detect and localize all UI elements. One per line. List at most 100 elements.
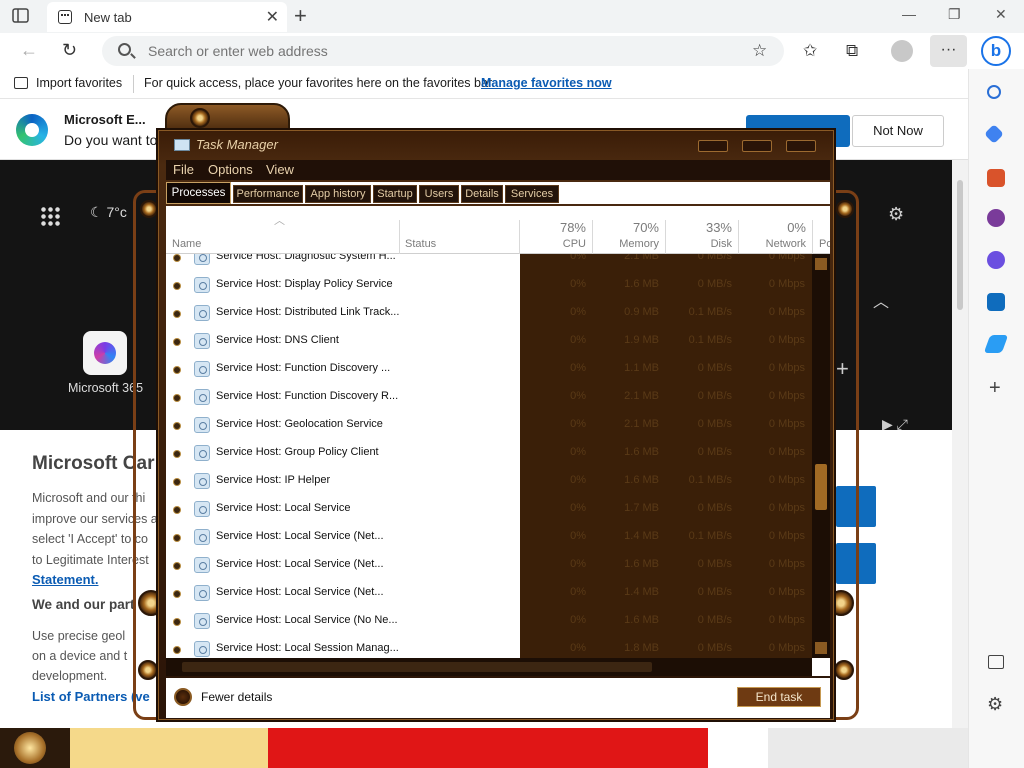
- process-row[interactable]: Service Host: Local Service (Net... 0% 1.4…: [166, 580, 812, 608]
- tab-startup[interactable]: Startup: [373, 185, 417, 203]
- column-cpu[interactable]: 78% CPU: [519, 220, 592, 254]
- expand-bullet-icon[interactable]: [174, 339, 180, 345]
- tm-close-button[interactable]: [786, 140, 816, 152]
- menu-options[interactable]: Options: [208, 162, 253, 177]
- start-orb-icon[interactable]: [0, 728, 70, 768]
- restore-icon[interactable]: ❐: [948, 6, 961, 23]
- not-now-button[interactable]: Not Now: [852, 115, 944, 147]
- vscroll-thumb[interactable]: [815, 464, 827, 510]
- page-scrollbar[interactable]: [952, 160, 968, 728]
- tab-users[interactable]: Users: [419, 185, 459, 203]
- sidebar-tools-icon[interactable]: [987, 169, 1005, 187]
- column-power[interactable]: Po: [812, 220, 830, 254]
- process-row[interactable]: Service Host: Local Service 0% 1.7 MB 0 MB/…: [166, 496, 812, 524]
- process-row[interactable]: Service Host: Distributed Link Track... 0…: [166, 300, 812, 328]
- expand-bullet-icon[interactable]: [174, 283, 180, 289]
- new-tab-button[interactable]: +: [294, 3, 307, 29]
- process-list-vscrollbar[interactable]: [812, 254, 830, 658]
- tm-minimize-button[interactable]: [698, 140, 728, 152]
- sidebar-outlook-icon[interactable]: [987, 293, 1005, 311]
- refresh-icon[interactable]: ↻: [62, 40, 77, 61]
- process-row[interactable]: Service Host: Group Policy Client 0% 1.6 M…: [166, 440, 812, 468]
- address-input[interactable]: [148, 43, 728, 59]
- sidebar-drop-icon[interactable]: [983, 335, 1009, 353]
- chevron-up-icon[interactable]: ︿: [873, 288, 889, 312]
- expand-bullet-icon[interactable]: [174, 507, 180, 513]
- fewer-details-icon[interactable]: [174, 688, 192, 706]
- fewer-details-link[interactable]: Fewer details: [201, 690, 272, 704]
- expand-bullet-icon[interactable]: [174, 451, 180, 457]
- favorites-icon[interactable]: ✩: [803, 41, 817, 61]
- back-icon[interactable]: ←: [20, 40, 38, 61]
- process-row[interactable]: Service Host: Display Policy Service 0% 1.…: [166, 272, 812, 300]
- process-row[interactable]: Service Host: Diagnostic System H... 0% 2.…: [166, 254, 812, 272]
- column-network[interactable]: 0% Network: [738, 220, 812, 254]
- process-disk: 0 MB/s: [697, 502, 732, 514]
- tab-details[interactable]: Details: [461, 185, 503, 203]
- window-close-icon[interactable]: ✕: [995, 6, 1007, 23]
- process-row[interactable]: Service Host: Local Service (Net... 0% 1.4…: [166, 524, 812, 552]
- sidebar-m365-icon[interactable]: [987, 251, 1005, 269]
- collections-icon[interactable]: ⧉: [846, 41, 858, 61]
- expand-bullet-icon[interactable]: [174, 423, 180, 429]
- column-memory[interactable]: 70% Memory: [592, 220, 665, 254]
- settings-gear-icon[interactable]: ⚙: [987, 694, 1003, 715]
- process-row[interactable]: Service Host: IP Helper 0% 1.6 MB 0.1 MB/s 0…: [166, 468, 812, 496]
- tab-new-tab[interactable]: New tab ✕: [47, 2, 287, 32]
- tab-app-history[interactable]: App history: [305, 185, 371, 203]
- column-disk[interactable]: 33% Disk: [665, 220, 738, 254]
- menu-file[interactable]: File: [173, 162, 194, 177]
- menu-view[interactable]: View: [266, 162, 294, 177]
- expand-bullet-icon[interactable]: [174, 591, 180, 597]
- expand-bullet-icon[interactable]: [174, 311, 180, 317]
- page-scroll-thumb[interactable]: [957, 180, 963, 310]
- column-name[interactable]: Name: [172, 238, 201, 250]
- process-row[interactable]: Service Host: Function Discovery ... 0% 1.…: [166, 356, 812, 384]
- sidebar-games-icon[interactable]: [987, 209, 1005, 227]
- expand-bullet-icon[interactable]: [174, 647, 180, 653]
- expand-bullet-icon[interactable]: [174, 367, 180, 373]
- scroll-up-arrow[interactable]: [815, 258, 827, 270]
- expand-bullet-icon[interactable]: [174, 563, 180, 569]
- avatar[interactable]: [891, 40, 913, 62]
- process-row[interactable]: Service Host: Local Session Manag... 0% 1.…: [166, 636, 812, 658]
- tab-services[interactable]: Services: [505, 185, 559, 203]
- tab-processes[interactable]: Processes: [166, 182, 231, 204]
- bing-chat-icon[interactable]: b: [981, 36, 1011, 66]
- close-icon[interactable]: ✕: [266, 7, 279, 27]
- sidebar-shopping-icon[interactable]: [984, 124, 1004, 144]
- process-row[interactable]: Service Host: Geolocation Service 0% 2.1 M…: [166, 412, 812, 440]
- expand-bullet-icon[interactable]: [174, 535, 180, 541]
- import-favorites-link[interactable]: Import favorites: [14, 76, 122, 90]
- hscroll-thumb[interactable]: [182, 662, 652, 672]
- process-row[interactable]: Service Host: Function Discovery R... 0% 2…: [166, 384, 812, 412]
- more-options-button[interactable]: ···: [930, 35, 967, 67]
- minimize-icon[interactable]: —: [902, 6, 916, 22]
- expand-bullet-icon[interactable]: [174, 255, 180, 261]
- process-row[interactable]: Service Host: Local Service (Net... 0% 1.6…: [166, 552, 812, 580]
- service-gear-icon: [194, 389, 210, 405]
- sidebar-toggle-icon[interactable]: [988, 655, 1004, 669]
- tab-actions-icon[interactable]: [10, 6, 32, 26]
- process-row[interactable]: Service Host: Local Service (No Ne... 0% 1…: [166, 608, 812, 636]
- end-task-button[interactable]: End task: [737, 687, 821, 707]
- page-settings-icon[interactable]: ⚙: [888, 204, 904, 225]
- task-manager-titlebar[interactable]: Task Manager: [158, 130, 834, 160]
- add-favorite-icon[interactable]: ☆: [752, 41, 767, 61]
- tab-performance[interactable]: Performance: [233, 185, 303, 203]
- microsoft-365-tile-icon[interactable]: [83, 331, 127, 375]
- process-list-hscrollbar[interactable]: [166, 658, 812, 676]
- scroll-down-arrow[interactable]: [815, 642, 827, 654]
- address-bar[interactable]: ☆: [102, 36, 784, 66]
- process-row[interactable]: Service Host: DNS Client 0% 1.9 MB 0.1 MB/s…: [166, 328, 812, 356]
- manage-favorites-link[interactable]: Manage favorites now: [481, 76, 612, 90]
- app-launcher-icon[interactable]: [40, 206, 62, 228]
- tm-maximize-button[interactable]: [742, 140, 772, 152]
- weather-widget[interactable]: ☾ 7°c: [90, 204, 127, 221]
- expand-bullet-icon[interactable]: [174, 619, 180, 625]
- expand-bullet-icon[interactable]: [174, 479, 180, 485]
- sidebar-add-icon[interactable]: +: [989, 377, 1001, 400]
- process-metrics: 0% 1.7 MB 0 MB/s 0 Mbps: [520, 496, 812, 524]
- sidebar-search-icon[interactable]: [987, 85, 1001, 99]
- expand-bullet-icon[interactable]: [174, 395, 180, 401]
